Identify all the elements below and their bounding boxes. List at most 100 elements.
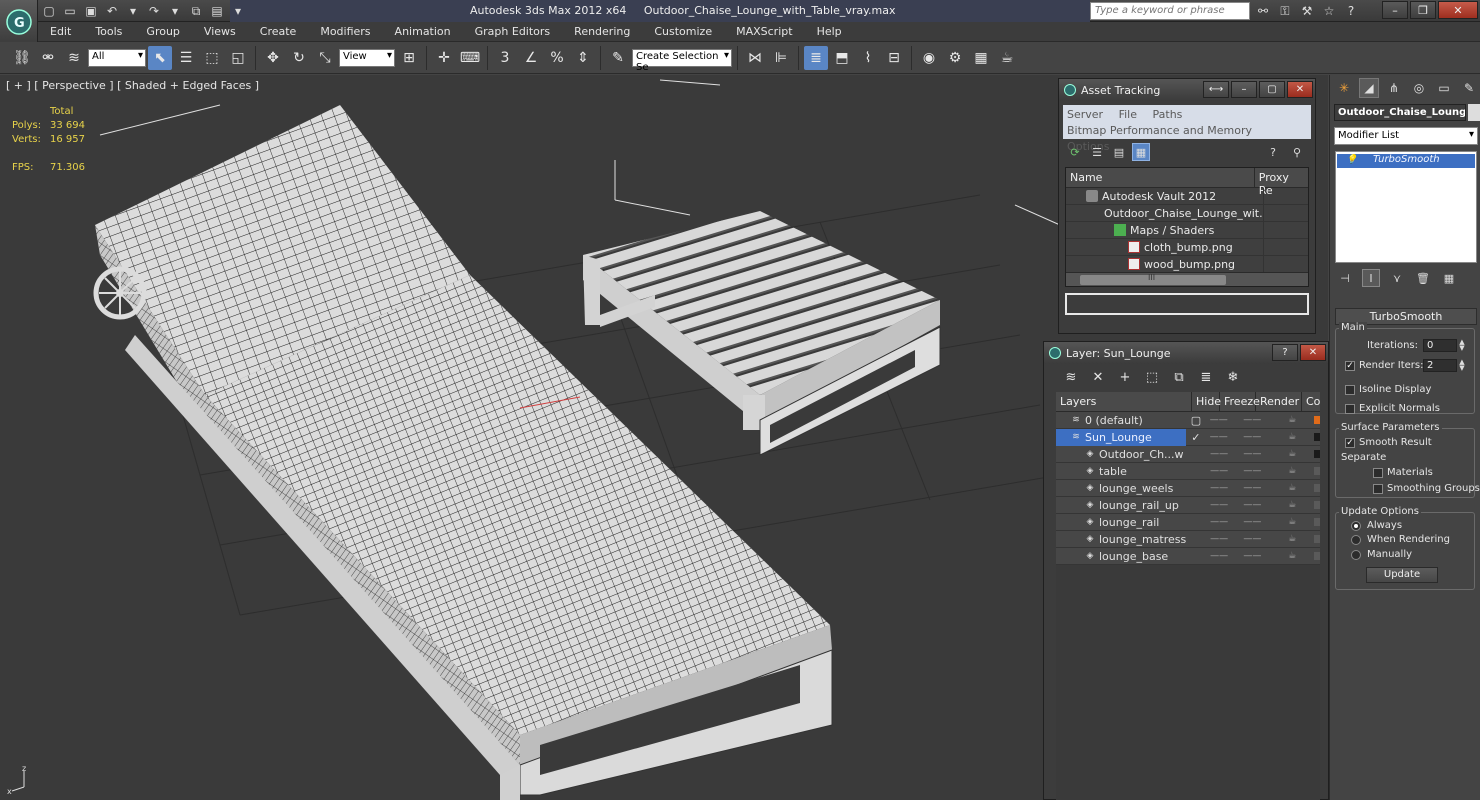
pin-stack-icon[interactable]: ⊣: [1336, 269, 1354, 287]
render-teapot-icon[interactable]: ☕: [1272, 517, 1312, 527]
modifier-on-bulb-icon[interactable]: 💡: [1346, 155, 1357, 165]
asset-row[interactable]: wood_bump.png: [1066, 255, 1308, 273]
smooth-result-checkbox[interactable]: ✓: [1345, 438, 1355, 448]
materials-checkbox[interactable]: [1373, 468, 1383, 478]
spinner-snap-icon[interactable]: ⇕: [571, 46, 595, 70]
render-teapot-icon[interactable]: ☕: [1272, 500, 1312, 510]
redo-icon[interactable]: ↷: [145, 2, 163, 20]
layer-object-row[interactable]: ◈ table —— —— ☕: [1056, 463, 1321, 480]
column-proxy-resolution[interactable]: Proxy Re: [1255, 168, 1308, 197]
column-layers[interactable]: Layers: [1056, 392, 1192, 411]
align-icon[interactable]: ⊫: [769, 46, 793, 70]
asset-menu-paths[interactable]: Paths: [1153, 108, 1183, 121]
update-always-radio[interactable]: [1351, 521, 1361, 531]
menu-views[interactable]: Views: [192, 25, 248, 38]
freeze-toggle[interactable]: ——: [1232, 517, 1272, 527]
mirror-icon[interactable]: ⋈: [743, 46, 767, 70]
hide-toggle[interactable]: ——: [1205, 432, 1232, 442]
column-name[interactable]: Name: [1066, 168, 1255, 187]
add-to-layer-icon[interactable]: +: [1116, 368, 1134, 386]
render-iters-spinner[interactable]: 2: [1423, 359, 1457, 372]
freeze-unfreeze-all-icon[interactable]: ❄: [1224, 368, 1242, 386]
layer-name-cell[interactable]: ◈ lounge_matress: [1056, 531, 1187, 548]
update-when-rendering-radio[interactable]: [1351, 535, 1361, 545]
menu-maxscript[interactable]: MAXScript: [724, 25, 804, 38]
iterations-spinner-arrows[interactable]: ▲ ▼: [1458, 339, 1466, 352]
select-highlighted-icon[interactable]: ⬚: [1143, 368, 1161, 386]
layer-name-cell[interactable]: ≋ 0 (default): [1056, 412, 1186, 429]
layer-name-cell[interactable]: ≋ Sun_Lounge: [1056, 428, 1187, 446]
reference-coordinate-dropdown[interactable]: View: [339, 48, 395, 67]
layer-object-row[interactable]: ◈ lounge_base —— —— ☕: [1056, 548, 1321, 565]
select-by-name-icon[interactable]: ☰: [174, 46, 198, 70]
show-end-result-icon[interactable]: I: [1362, 269, 1380, 287]
maximize-icon[interactable]: ▢: [1259, 81, 1285, 98]
render-setup-icon[interactable]: ⚙: [943, 46, 967, 70]
dock-arrows-icon[interactable]: ⟷: [1203, 81, 1229, 98]
hide-toggle[interactable]: ——: [1206, 466, 1233, 476]
communication-icon[interactable]: ⚒: [1298, 2, 1316, 20]
menu-tools[interactable]: Tools: [83, 25, 134, 38]
asset-row[interactable]: Outdoor_Chaise_Lounge_wit...: [1066, 204, 1308, 222]
redo-dropdown-icon[interactable]: ▾: [166, 2, 184, 20]
subscription-icon[interactable]: ⚿: [1276, 2, 1294, 20]
layer-name-cell[interactable]: ◈ table: [1056, 463, 1187, 480]
asset-tracking-titlebar[interactable]: Asset Tracking ⟷ – ▢ ✕: [1059, 79, 1315, 101]
freeze-toggle[interactable]: ——: [1232, 415, 1272, 425]
render-teapot-icon[interactable]: ☕: [1272, 483, 1312, 493]
render-teapot-icon[interactable]: ☕: [1272, 534, 1312, 544]
infocenter-search-input[interactable]: Type a keyword or phrase: [1090, 2, 1250, 20]
thumbnail-view-icon[interactable]: ▤: [1111, 144, 1127, 160]
freeze-toggle[interactable]: ——: [1232, 449, 1272, 459]
favorites-star-icon[interactable]: ☆: [1320, 2, 1338, 20]
freeze-toggle[interactable]: ——: [1232, 534, 1272, 544]
create-new-layer-icon[interactable]: ≋: [1062, 368, 1080, 386]
layer-window-titlebar[interactable]: Layer: Sun_Lounge ? ✕: [1044, 342, 1328, 364]
hide-toggle[interactable]: ——: [1206, 449, 1233, 459]
window-crossing-icon[interactable]: ◱: [226, 46, 250, 70]
select-and-rotate-icon[interactable]: ↻: [287, 46, 311, 70]
current-layer-toggle[interactable]: ▢: [1186, 414, 1205, 427]
hierarchy-tab-icon[interactable]: ⋔: [1384, 78, 1404, 98]
layer-object-row[interactable]: ◈ lounge_rail —— —— ☕: [1056, 514, 1321, 531]
smoothing-groups-checkbox[interactable]: [1373, 484, 1383, 494]
hide-toggle[interactable]: ——: [1205, 415, 1232, 425]
column-render[interactable]: Render: [1256, 392, 1302, 411]
minimize-icon[interactable]: –: [1231, 81, 1257, 98]
remove-modifier-icon[interactable]: 🗑: [1414, 269, 1432, 287]
menu-edit[interactable]: Edit: [38, 25, 83, 38]
menu-modifiers[interactable]: Modifiers: [308, 25, 382, 38]
curve-editor-icon[interactable]: ⌇: [856, 46, 880, 70]
freeze-toggle[interactable]: ——: [1232, 432, 1272, 442]
hide-toggle[interactable]: ——: [1206, 483, 1233, 493]
select-object-icon[interactable]: ⬉: [148, 45, 172, 70]
asset-row[interactable]: Autodesk Vault 2012: [1066, 187, 1308, 205]
render-iters-checkbox[interactable]: ✓: [1345, 361, 1355, 371]
refresh-icon[interactable]: ⟳: [1067, 144, 1083, 160]
selection-filter-dropdown[interactable]: All: [88, 48, 146, 67]
render-iters-spinner-arrows[interactable]: ▲ ▼: [1458, 359, 1466, 372]
minimize-icon[interactable]: –: [1382, 1, 1408, 19]
list-view-icon[interactable]: ☰: [1089, 144, 1105, 160]
modifier-stack-item[interactable]: 💡 TurboSmooth: [1337, 154, 1475, 168]
freeze-toggle[interactable]: ——: [1232, 500, 1272, 510]
keyboard-shortcut-override-icon[interactable]: ⌨: [458, 46, 482, 70]
save-file-icon[interactable]: ▣: [82, 2, 100, 20]
pivot-center-icon[interactable]: ⊞: [397, 46, 421, 70]
asset-row[interactable]: cloth_bump.png: [1066, 238, 1308, 256]
asset-path-field[interactable]: [1065, 293, 1309, 315]
render-teapot-icon[interactable]: ☕: [1272, 466, 1312, 476]
help-icon[interactable]: ?: [1265, 144, 1281, 160]
angle-snap-icon[interactable]: ∠: [519, 46, 543, 70]
freeze-toggle[interactable]: ——: [1232, 483, 1272, 493]
highlight-selected-icon[interactable]: ⧉: [1170, 368, 1188, 386]
unlink-selection-icon[interactable]: ⚮: [36, 46, 60, 70]
menu-group[interactable]: Group: [134, 25, 192, 38]
layer-name-cell[interactable]: ◈ Outdoor_Ch...w: [1056, 446, 1187, 463]
object-color-swatch[interactable]: [1468, 104, 1480, 121]
select-and-move-icon[interactable]: ✥: [261, 46, 285, 70]
hide-unhide-all-icon[interactable]: ≣: [1197, 368, 1215, 386]
current-layer-toggle[interactable]: ✓: [1186, 431, 1205, 444]
close-icon[interactable]: ✕: [1287, 81, 1313, 98]
explicit-normals-checkbox[interactable]: [1345, 404, 1355, 414]
